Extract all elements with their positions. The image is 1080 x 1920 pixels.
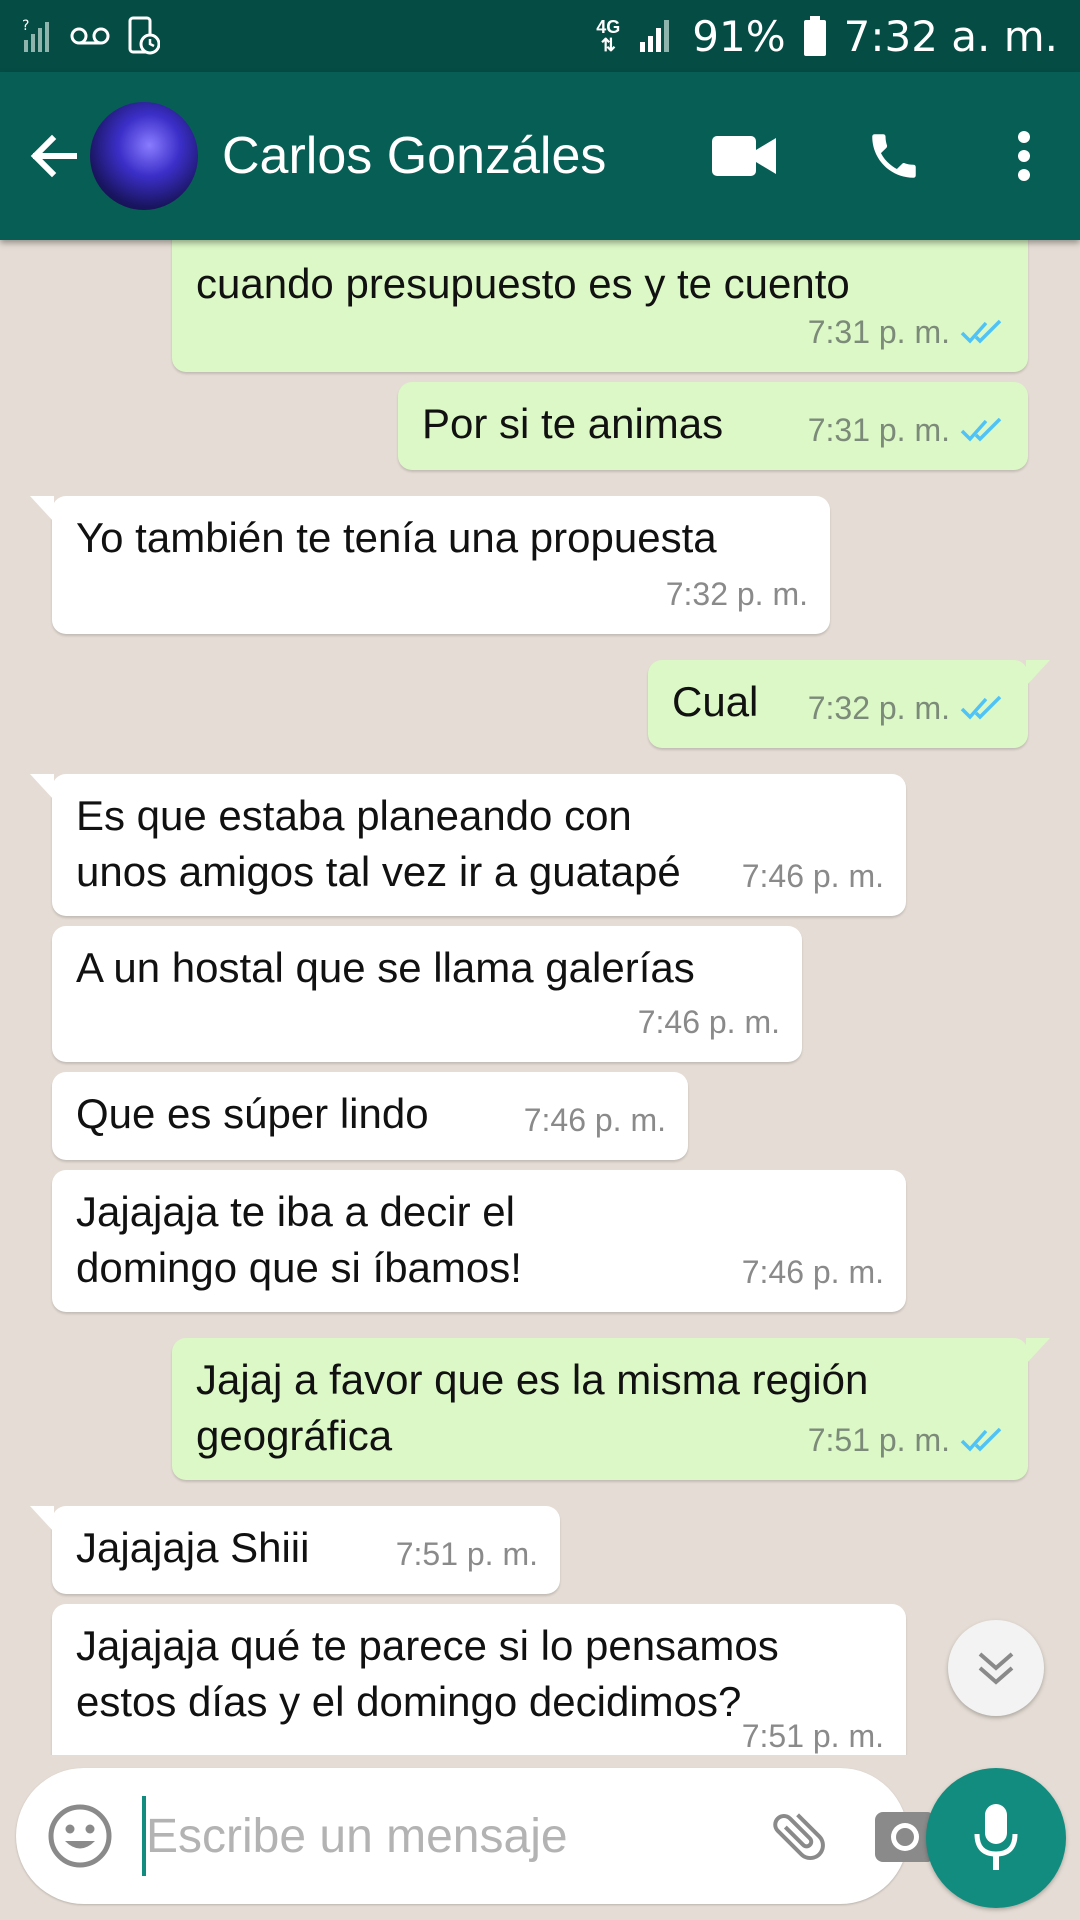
status-right: 4G ⇅ 91% 7:32 a. m. bbox=[596, 12, 1058, 61]
message-outgoing[interactable]: cuando presupuesto es y te cuento 7:31 p… bbox=[172, 240, 1028, 372]
bubble-tail bbox=[30, 1506, 54, 1532]
message-text: Jajajaja te iba a decir el domingo que s… bbox=[76, 1188, 522, 1291]
phone-clock-icon bbox=[128, 16, 160, 55]
message-meta: 7:46 p. m. bbox=[524, 1092, 666, 1148]
message-time: 7:46 p. m. bbox=[741, 1254, 884, 1290]
message-outgoing[interactable]: Jajaj a favor que es la misma región geo… bbox=[172, 1338, 1050, 1480]
video-call-button[interactable] bbox=[704, 116, 784, 196]
avatar[interactable] bbox=[90, 102, 198, 210]
more-options-button[interactable] bbox=[1004, 116, 1044, 196]
message-outgoing[interactable]: Cual 7:32 p. m. bbox=[648, 660, 1050, 748]
chat-header: Carlos Gonzáles bbox=[0, 72, 1080, 240]
message-time: 7:32 p. m. bbox=[807, 690, 950, 726]
bubble-tail bbox=[1026, 660, 1050, 686]
voice-message-button[interactable] bbox=[926, 1768, 1066, 1908]
message-text: Por si te animas bbox=[422, 400, 724, 447]
message-meta: 7:51 p. m. bbox=[396, 1526, 538, 1582]
message-outgoing[interactable]: Por si te animas 7:31 p. m. bbox=[398, 382, 1028, 470]
message-incoming[interactable]: A un hostal que se llama galerías 7:46 p… bbox=[52, 926, 802, 1062]
signal-icon bbox=[640, 20, 670, 52]
emoji-icon bbox=[48, 1804, 112, 1868]
message-incoming[interactable]: Yo también te tenía una propuesta 7:32 p… bbox=[30, 496, 830, 634]
contact-name[interactable]: Carlos Gonzáles bbox=[222, 126, 704, 186]
message-time: 7:46 p. m. bbox=[523, 1102, 666, 1138]
battery-icon bbox=[803, 16, 826, 56]
message-time: 7:51 p. m. bbox=[741, 1718, 884, 1754]
message-input[interactable] bbox=[142, 1796, 767, 1876]
arrow-left-icon bbox=[30, 134, 77, 178]
message-time: 7:46 p. m. bbox=[637, 1004, 780, 1040]
message-meta: 7:46 p. m. bbox=[742, 1244, 884, 1300]
chevron-double-down-icon bbox=[978, 1652, 1014, 1685]
double-check-icon bbox=[960, 417, 1002, 442]
more-vertical-icon bbox=[1018, 131, 1030, 181]
double-check-icon bbox=[960, 319, 1002, 344]
message-text: Que es súper lindo bbox=[76, 1090, 429, 1137]
status-bar: ? 4G ⇅ 91% 7:32 a. m. bbox=[0, 0, 1080, 72]
bubble-tail bbox=[30, 774, 54, 800]
attach-button[interactable] bbox=[767, 1796, 831, 1876]
phone-icon bbox=[872, 134, 916, 178]
message-time: 7:32 p. m. bbox=[665, 576, 808, 612]
microphone-icon bbox=[974, 1804, 1018, 1870]
message-meta: 7:32 p. m. bbox=[666, 566, 808, 622]
emoji-button[interactable] bbox=[48, 1796, 112, 1876]
message-meta: 7:46 p. m. bbox=[742, 848, 884, 904]
bubble-tail bbox=[30, 496, 54, 522]
double-check-icon bbox=[960, 1427, 1002, 1452]
message-meta: 7:51 p. m. bbox=[808, 1412, 1006, 1468]
message-time: 7:51 p. m. bbox=[395, 1536, 538, 1572]
message-incoming[interactable]: Jajajaja qué te parece si lo pensamos es… bbox=[52, 1604, 906, 1755]
message-time: 7:31 p. m. bbox=[807, 314, 950, 350]
message-time: 7:31 p. m. bbox=[807, 412, 950, 448]
network-label: 4G bbox=[596, 17, 621, 37]
message-text: Jajajaja Shiii bbox=[76, 1524, 310, 1571]
scroll-to-bottom-button[interactable] bbox=[948, 1620, 1044, 1716]
video-camera-icon bbox=[712, 136, 776, 176]
network-type: 4G ⇅ bbox=[596, 18, 620, 54]
voice-call-button[interactable] bbox=[854, 116, 934, 196]
message-text: Jajaj a favor que es la misma región geo… bbox=[196, 1356, 869, 1459]
message-text: Cual bbox=[672, 678, 759, 725]
bubble-tail bbox=[1026, 1338, 1050, 1364]
data-arrows-icon: ⇅ bbox=[600, 35, 616, 55]
message-meta: 7:31 p. m. bbox=[808, 402, 1006, 458]
paperclip-icon bbox=[773, 1813, 825, 1861]
message-incoming[interactable]: Jajajaja te iba a decir el domingo que s… bbox=[52, 1170, 906, 1312]
svg-text:?: ? bbox=[22, 18, 29, 34]
message-meta: 7:51 p. m. bbox=[742, 1708, 884, 1755]
message-incoming[interactable]: Que es súper lindo 7:46 p. m. bbox=[52, 1072, 688, 1160]
double-check-icon bbox=[960, 695, 1002, 720]
battery-percent: 91% bbox=[692, 11, 786, 61]
message-meta: 7:46 p. m. bbox=[638, 994, 780, 1050]
message-incoming[interactable]: Es que estaba planeando con unos amigos … bbox=[30, 774, 906, 916]
signal-no-sim-icon: ? bbox=[22, 18, 49, 52]
back-button[interactable] bbox=[18, 121, 88, 191]
message-time: 7:51 p. m. bbox=[807, 1422, 950, 1458]
message-text: Es que estaba planeando con unos amigos … bbox=[76, 792, 681, 895]
message-meta: 7:31 p. m. bbox=[808, 304, 1006, 360]
message-list[interactable]: cuando presupuesto es y te cuento 7:31 p… bbox=[0, 240, 1080, 1755]
message-text: cuando presupuesto es y te cuento bbox=[196, 260, 850, 307]
message-text: Yo también te tenía una propuesta bbox=[76, 514, 717, 561]
message-text: A un hostal que se llama galerías bbox=[76, 944, 695, 991]
message-composer bbox=[16, 1768, 935, 1904]
voicemail-icon bbox=[70, 27, 110, 45]
clock: 7:32 a. m. bbox=[843, 11, 1058, 61]
status-left: ? bbox=[22, 16, 160, 56]
message-time: 7:46 p. m. bbox=[741, 858, 884, 894]
message-incoming[interactable]: Jajajaja Shiii 7:51 p. m. bbox=[30, 1506, 560, 1594]
message-text: Jajajaja qué te parece si lo pensamos es… bbox=[76, 1622, 779, 1725]
message-meta: 7:32 p. m. bbox=[808, 680, 1006, 736]
